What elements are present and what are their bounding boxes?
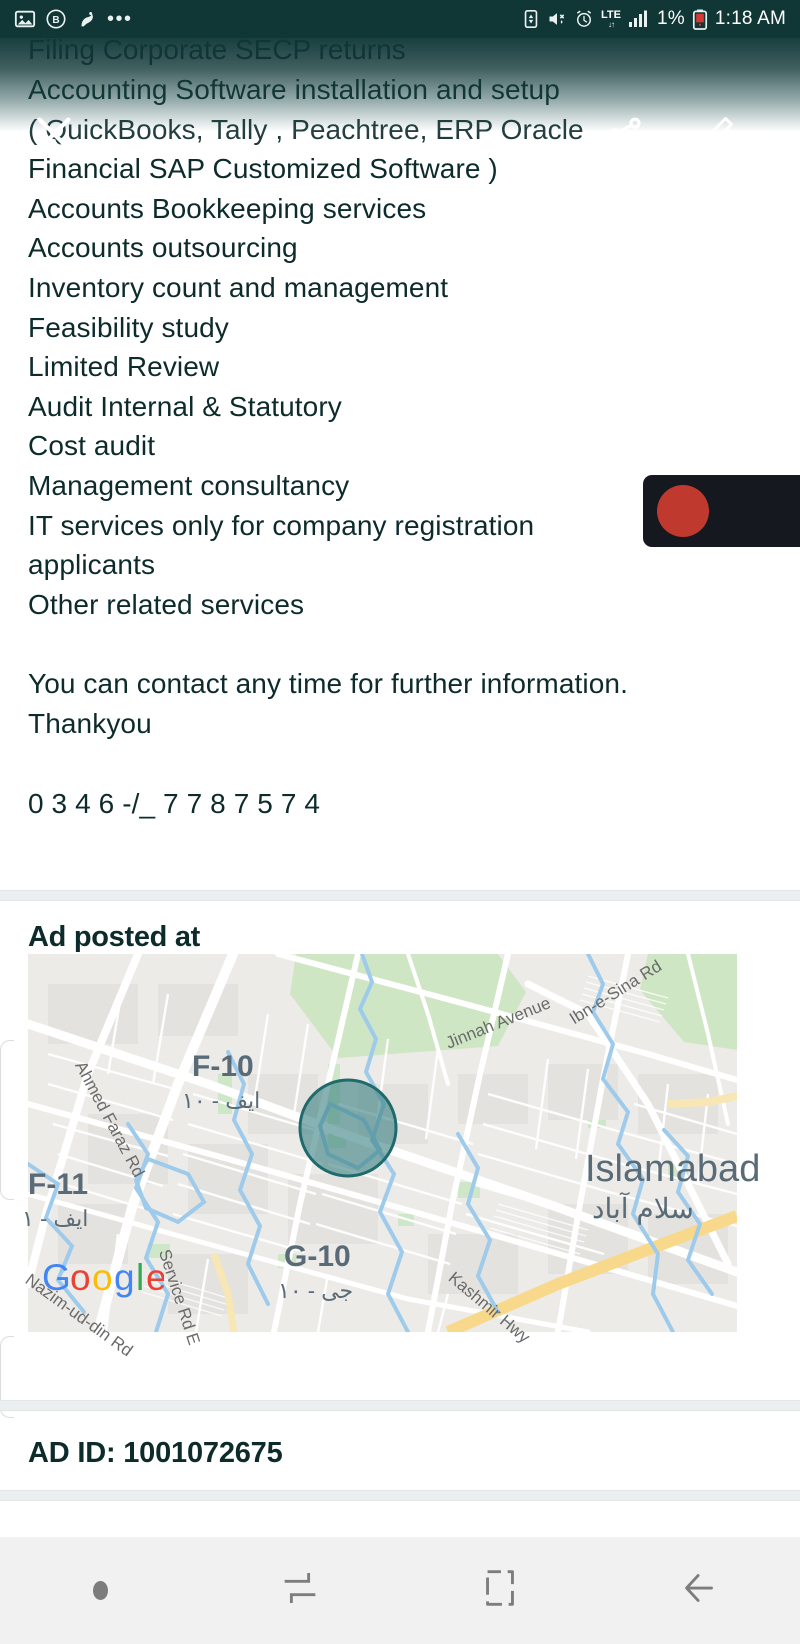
section-separator — [0, 890, 800, 901]
nav-recents-button[interactable] — [200, 1565, 400, 1616]
map-label: جی - ۱۰ — [278, 1278, 354, 1303]
section-separator — [0, 1400, 800, 1411]
share-icon — [605, 114, 645, 159]
section-separator — [0, 1490, 800, 1501]
edit-icon — [695, 113, 737, 160]
clock-label: 1:18 AM — [714, 8, 786, 29]
map-label: F-10 — [192, 1050, 254, 1083]
ad-line: Accounts Bookkeeping services — [28, 192, 427, 224]
close-button[interactable] — [26, 108, 82, 164]
map-label: F-11 — [28, 1168, 89, 1201]
ad-line: applicants — [28, 549, 156, 581]
ad-toolbar — [0, 38, 800, 158]
screen-recording-indicator[interactable] — [643, 475, 800, 547]
ad-line: Accounts outsourcing — [28, 232, 298, 264]
ad-closing-line: Thankyou — [28, 707, 152, 739]
nav-back-button[interactable] — [600, 1565, 800, 1616]
location-map[interactable]: G o o g l e — [28, 954, 737, 1332]
ad-phone-number[interactable]: 0 3 4 6 -/_ 7 7 8 7 5 7 4 — [28, 784, 772, 824]
image-icon — [14, 8, 36, 30]
back-icon — [677, 1565, 723, 1616]
battery-saver-icon — [522, 9, 540, 29]
status-bar-right: LTE ↓↑ 1% 1:18 AM — [522, 8, 786, 30]
battery-low-icon — [692, 8, 708, 30]
ad-line: Other related services — [28, 588, 305, 620]
mute-vibrate-icon — [547, 9, 567, 29]
map-label: ایف - ۱ — [22, 1206, 89, 1231]
alarm-icon — [574, 9, 594, 29]
status-bar-left: B ••• — [14, 8, 133, 30]
ad-posted-at-section: Ad posted at — [0, 901, 800, 954]
ad-line: Limited Review — [28, 351, 220, 383]
ad-line: Feasibility study — [28, 311, 229, 343]
svg-text:o: o — [92, 1257, 113, 1298]
signal-icon — [628, 10, 650, 28]
ad-line: Cost audit — [28, 430, 156, 462]
edit-button[interactable] — [688, 108, 744, 164]
recents-icon — [277, 1565, 323, 1616]
map-label: Islamabad — [585, 1148, 761, 1190]
app-notification-icon — [76, 8, 98, 30]
card-left-edge — [0, 1040, 14, 1200]
status-bar[interactable]: B ••• LTE ↓↑ 1% 1:18 AM — [0, 0, 800, 38]
nav-recording-indicator — [0, 1581, 200, 1600]
ad-id-label: AD ID: 1001072675 — [28, 1437, 283, 1469]
section-title: Ad posted at — [28, 921, 201, 953]
more-dots-icon: ••• — [107, 8, 133, 30]
share-button[interactable] — [597, 108, 653, 164]
ad-line: Inventory count and management — [28, 271, 449, 303]
b-circle-icon: B — [45, 8, 67, 30]
lte-icon: LTE ↓↑ — [601, 8, 621, 29]
svg-text:g: g — [114, 1257, 135, 1298]
nav-home-button[interactable] — [400, 1565, 600, 1616]
close-icon — [31, 111, 77, 162]
record-dot-icon[interactable] — [657, 485, 709, 537]
map-label: G-10 — [284, 1240, 351, 1273]
ad-id-section: AD ID: 1001072675 — [0, 1411, 800, 1470]
recording-dot-icon — [92, 1581, 108, 1600]
map-label: ایف - ۱۰ — [182, 1088, 261, 1113]
svg-text:o: o — [70, 1257, 91, 1298]
ad-closing-line: You can contact any time for further inf… — [28, 668, 628, 700]
ad-line: Audit Internal & Statutory — [28, 390, 342, 422]
system-navigation-bar — [0, 1537, 800, 1644]
svg-text:l: l — [136, 1257, 144, 1298]
battery-percent-label: 1% — [657, 8, 685, 29]
svg-text:B: B — [52, 15, 59, 26]
map-label: سلام آباد — [592, 1193, 694, 1224]
home-icon — [477, 1565, 523, 1616]
